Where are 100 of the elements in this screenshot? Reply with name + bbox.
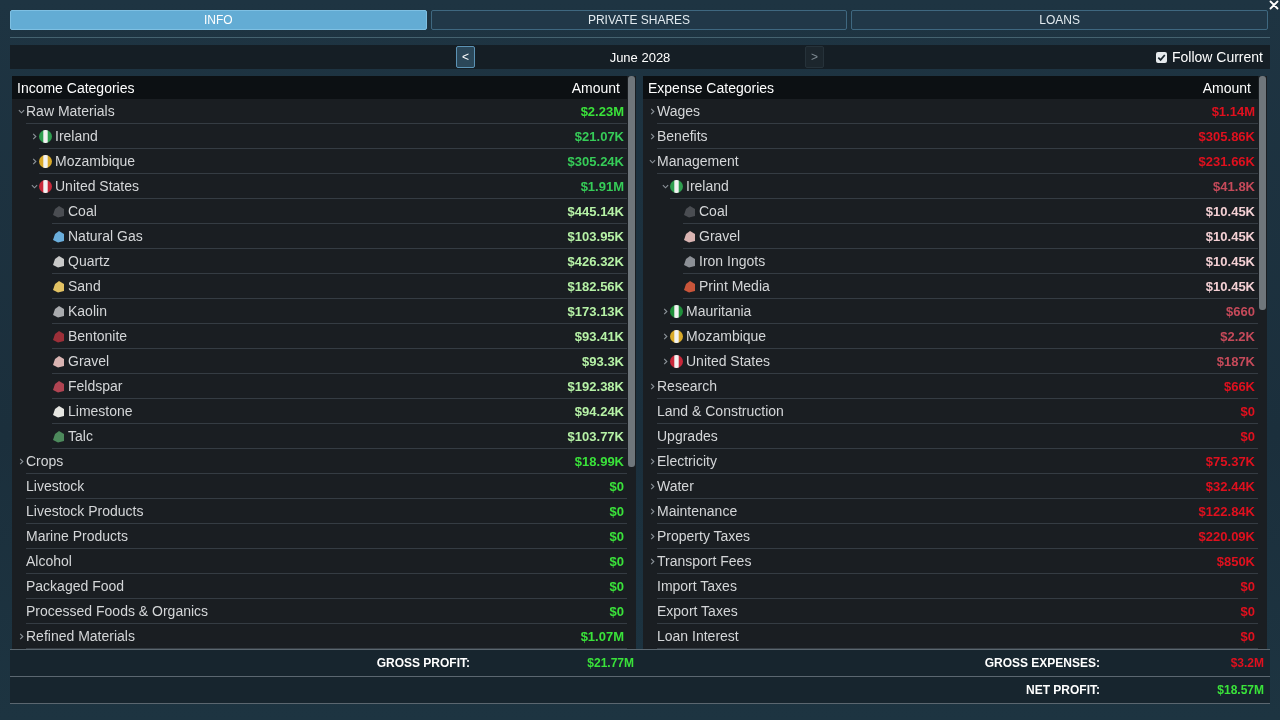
chevron-right-icon[interactable] — [648, 107, 656, 115]
amount-value: $1.91M — [580, 178, 624, 194]
category-name[interactable]: Marine Products — [26, 528, 128, 544]
column-header: Expense Categories — [648, 79, 775, 96]
amount-value: $187K — [1216, 353, 1255, 369]
category-name[interactable]: Export Taxes — [657, 603, 738, 619]
category-name[interactable]: Coal — [699, 203, 728, 219]
category-name[interactable]: Sand — [68, 278, 101, 294]
category-name[interactable]: Print Media — [699, 278, 770, 294]
category-name[interactable]: Refined Materials — [26, 628, 135, 644]
previous-month-button[interactable]: < — [456, 46, 475, 68]
amount-value: $231.66K — [1198, 153, 1255, 169]
amount-value: $122.84K — [1198, 503, 1255, 519]
category-name[interactable]: United States — [55, 178, 140, 194]
amount-value: $93.41K — [574, 328, 624, 344]
chevron-right-icon[interactable] — [661, 332, 669, 340]
chevron-right-icon[interactable] — [648, 557, 656, 565]
category-name[interactable]: Coal — [68, 203, 97, 219]
chevron-down-icon[interactable] — [648, 157, 656, 165]
column-header: Amount — [1202, 79, 1251, 96]
amount-value: $182.56K — [567, 278, 624, 294]
category-name[interactable]: Mozambique — [55, 153, 136, 169]
category-name[interactable]: Mozambique — [686, 328, 767, 344]
category-name[interactable]: Limestone — [68, 403, 133, 419]
category-name[interactable]: Land & Construction — [657, 403, 784, 419]
chevron-right-icon[interactable] — [30, 157, 38, 165]
category-name[interactable]: Crops — [26, 453, 64, 469]
amount-value: $0 — [1240, 578, 1255, 594]
checkbox[interactable] — [1155, 51, 1167, 63]
summary-value: $18.57M — [1217, 683, 1264, 697]
category-name[interactable]: Mauritania — [686, 303, 752, 319]
category-name[interactable]: Gravel — [699, 228, 741, 244]
category-name[interactable]: Livestock — [26, 478, 85, 494]
amount-value: $0 — [1240, 403, 1255, 419]
category-name[interactable]: Talc — [68, 428, 93, 444]
amount-value: $0 — [609, 478, 624, 494]
scrollbar-thumb[interactable] — [1259, 76, 1266, 310]
amount-value: $18.99K — [574, 453, 624, 469]
amount-value: $850K — [1216, 553, 1255, 569]
category-name[interactable]: Processed Foods & Organics — [26, 603, 209, 619]
chevron-right-icon[interactable] — [30, 132, 38, 140]
chevron-right-icon[interactable] — [661, 357, 669, 365]
category-name[interactable]: Feldspar — [68, 378, 123, 394]
column-header: Income Categories — [17, 79, 135, 96]
chevron-right-icon[interactable] — [648, 457, 656, 465]
category-name[interactable]: Loan Interest — [657, 628, 739, 644]
chevron-down-icon[interactable] — [30, 182, 38, 190]
amount-value: $445.14K — [567, 203, 624, 219]
amount-value: $0 — [609, 603, 624, 619]
category-name[interactable]: Ireland — [686, 178, 729, 194]
summary-value: $3.2M — [1230, 656, 1264, 670]
chevron-right-icon[interactable] — [17, 632, 25, 640]
category-name[interactable]: United States — [686, 353, 771, 369]
category-name[interactable]: Management — [657, 153, 739, 169]
close-icon[interactable] — [1269, 0, 1279, 10]
amount-value: $2.23M — [580, 103, 624, 119]
chevron-right-icon[interactable] — [648, 132, 656, 140]
chevron-down-icon[interactable] — [661, 182, 669, 190]
category-name[interactable]: Electricity — [657, 453, 717, 469]
category-name[interactable]: Alcohol — [26, 553, 72, 569]
category-name[interactable]: Livestock Products — [26, 503, 144, 519]
chevron-right-icon[interactable] — [648, 532, 656, 540]
month-label: June 2028 — [608, 49, 672, 65]
chevron-down-icon[interactable] — [17, 107, 25, 115]
tab[interactable]: LOANS — [851, 10, 1268, 30]
category-name[interactable]: Benefits — [657, 128, 708, 144]
category-name[interactable]: Upgrades — [657, 428, 718, 444]
category-name[interactable]: Raw Materials — [26, 103, 115, 119]
amount-value: $305.24K — [567, 153, 624, 169]
category-name[interactable]: Import Taxes — [657, 578, 737, 594]
category-name[interactable]: Quartz — [68, 253, 110, 269]
category-name[interactable]: Bentonite — [68, 328, 128, 344]
amount-value: $173.13K — [567, 303, 624, 319]
category-name[interactable]: Research — [657, 378, 717, 394]
category-name[interactable]: Packaged Food — [26, 578, 125, 594]
checkbox-label: Follow Current — [1171, 49, 1263, 65]
amount-value: $1.14M — [1211, 103, 1255, 119]
chevron-right-icon[interactable] — [17, 457, 25, 465]
category-name[interactable]: Property Taxes — [657, 528, 751, 544]
category-name[interactable]: Maintenance — [657, 503, 738, 519]
category-name[interactable]: Wages — [657, 103, 701, 119]
chevron-right-icon[interactable] — [648, 382, 656, 390]
amount-value: $0 — [609, 553, 624, 569]
category-name[interactable]: Water — [657, 478, 694, 494]
chevron-right-icon[interactable] — [661, 307, 669, 315]
amount-value: $0 — [1240, 428, 1255, 444]
category-name[interactable]: Kaolin — [68, 303, 107, 319]
category-name[interactable]: Iron Ingots — [699, 253, 766, 269]
chevron-right-icon[interactable] — [648, 482, 656, 490]
amount-value: $0 — [1240, 628, 1255, 644]
category-name[interactable]: Natural Gas — [68, 228, 143, 244]
scrollbar-thumb[interactable] — [628, 76, 635, 467]
tab[interactable]: PRIVATE SHARES — [430, 10, 848, 30]
chevron-right-icon[interactable] — [648, 507, 656, 515]
summary-label: GROSS EXPENSES: — [984, 656, 1100, 670]
amount-value: $93.3K — [582, 353, 624, 369]
category-name[interactable]: Ireland — [55, 128, 98, 144]
category-name[interactable]: Gravel — [68, 353, 110, 369]
amount-value: $0 — [609, 503, 624, 519]
category-name[interactable]: Transport Fees — [657, 553, 752, 569]
